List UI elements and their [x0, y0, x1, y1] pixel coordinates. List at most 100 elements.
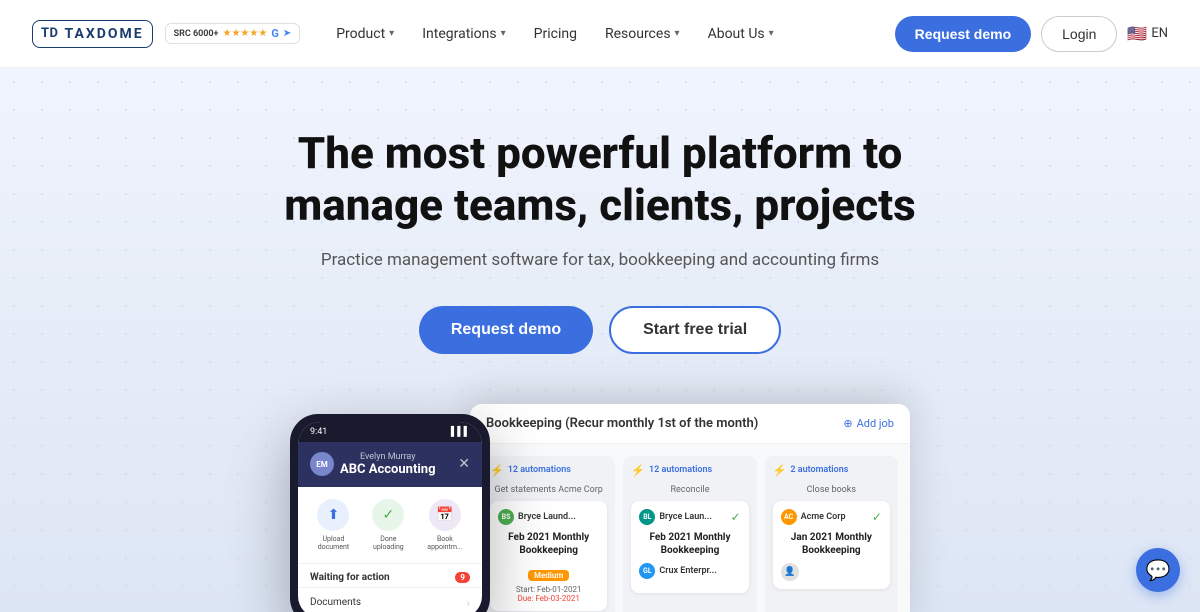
rating-badge[interactable]: SRC 6000+ ★★★★★ G ➤: [165, 23, 301, 44]
card-header: AC Acme Corp ✓: [781, 509, 882, 525]
hero-content: The most powerful platform to manage tea…: [32, 128, 1168, 612]
nav-item-about[interactable]: About Us ▾: [696, 18, 786, 50]
phone-section-header: Waiting for action 9: [298, 564, 482, 587]
arrow-icon: ➤: [283, 28, 291, 39]
kanban-column-0: ⚡ 12 automations Get statements Acme Cor…: [482, 456, 615, 612]
language-selector[interactable]: 🇺🇸 EN: [1127, 24, 1168, 43]
lang-label: EN: [1151, 26, 1168, 41]
automation-icon: ⚡: [631, 464, 645, 477]
phone-user-info: Evelyn Murray ABC Accounting: [340, 452, 436, 477]
col-label: Get statements Acme Corp: [490, 485, 607, 495]
client-chip: BS Bryce Laund...: [498, 509, 576, 525]
hero-start-trial-button[interactable]: Start free trial: [609, 306, 781, 354]
col-label: Reconcile: [631, 485, 748, 495]
kanban-card[interactable]: BS Bryce Laund... Feb 2021 Monthly Bookk…: [490, 501, 607, 611]
client-avatar: GL: [639, 563, 655, 579]
rating-score: SRC 6000+: [174, 29, 219, 39]
phone-notch: 9:41 ▌▌▌: [298, 422, 482, 442]
phone-action-book[interactable]: 📅 Book appointm...: [427, 499, 462, 551]
kanban-card[interactable]: AC Acme Corp ✓ Jan 2021 Monthly Bookkeep…: [773, 501, 890, 589]
logo[interactable]: TD TAXDOME: [32, 20, 153, 48]
phone-actions: ⬆ Upload document ✓ Done uploading 📅 Boo…: [298, 487, 482, 564]
hero-section: The most powerful platform to manage tea…: [0, 68, 1200, 612]
phone-screen: 9:41 ▌▌▌ EM Evelyn Murray ABC Accounting: [298, 422, 482, 612]
phone-action-label: Book appointm...: [427, 535, 462, 551]
phone-action-label: Done uploading: [373, 535, 404, 551]
logo-td: TD: [41, 26, 59, 41]
check-icon: ✓: [372, 499, 404, 531]
client-chip: AC Acme Corp: [781, 509, 846, 525]
card-title: Jan 2021 Monthly Bookkeeping: [781, 531, 882, 557]
login-button[interactable]: Login: [1041, 16, 1117, 52]
logo-area: TD TAXDOME SRC 6000+ ★★★★★ G ➤: [32, 20, 300, 48]
phone-action-done[interactable]: ✓ Done uploading: [372, 499, 404, 551]
calendar-icon: 📅: [429, 499, 461, 531]
nav-item-integrations[interactable]: Integrations ▾: [410, 18, 517, 50]
client-chip: BL Bryce Laun...: [639, 509, 712, 525]
client-avatar: AC: [781, 509, 797, 525]
avatar: EM: [310, 452, 334, 476]
arrow-icon: ›: [466, 596, 470, 610]
header: TD TAXDOME SRC 6000+ ★★★★★ G ➤ Product ▾…: [0, 0, 1200, 68]
kanban-column-2: ⚡ 2 automations Close books AC Acme Corp…: [765, 456, 898, 612]
phone-user: EM Evelyn Murray ABC Accounting: [310, 452, 436, 477]
chevron-down-icon: ▾: [501, 28, 506, 39]
main-nav: Product ▾ Integrations ▾ Pricing Resourc…: [324, 18, 894, 50]
flag-icon: 🇺🇸: [1127, 24, 1147, 43]
check-icon: ✓: [731, 510, 741, 524]
col-label: Close books: [773, 485, 890, 495]
kanban-col-header: ⚡ 2 automations: [773, 464, 890, 477]
card-title: Feb 2021 Monthly Bookkeeping: [498, 531, 599, 557]
chat-icon: 💬: [1146, 558, 1171, 582]
add-job-button[interactable]: ⊕ Add job: [843, 417, 894, 430]
chevron-down-icon: ▾: [675, 28, 680, 39]
client-chip-2: GL Crux Enterpr...: [639, 563, 740, 579]
card-date: Start: Feb-01-2021 Due: Feb-03-2021: [498, 585, 599, 603]
client-avatar: BL: [639, 509, 655, 525]
hero-request-demo-button[interactable]: Request demo: [419, 306, 593, 354]
automation-icon: ⚡: [773, 464, 787, 477]
status-badge: 9: [455, 572, 470, 583]
priority-badge: Medium: [528, 570, 569, 581]
desktop-title: Bookkeeping (Recur monthly 1st of the mo…: [486, 416, 758, 431]
hero-title: The most powerful platform to manage tea…: [260, 128, 940, 232]
phone-user-name: Evelyn Murray: [340, 452, 436, 462]
chat-button[interactable]: 💬: [1136, 548, 1180, 592]
close-icon[interactable]: ✕: [458, 456, 470, 472]
phone-header: EM Evelyn Murray ABC Accounting ✕: [298, 442, 482, 487]
automation-icon: ⚡: [490, 464, 504, 477]
kanban-card[interactable]: BL Bryce Laun... ✓ Feb 2021 Monthly Book…: [631, 501, 748, 593]
desktop-header: Bookkeeping (Recur monthly 1st of the mo…: [470, 404, 910, 444]
check-icon: ✓: [872, 510, 882, 524]
phone-company: ABC Accounting: [340, 462, 436, 477]
rating-g-label: G: [271, 27, 279, 40]
chevron-down-icon: ▾: [769, 28, 774, 39]
card-title: Feb 2021 Monthly Bookkeeping: [639, 531, 740, 557]
card-header: BL Bryce Laun... ✓: [639, 509, 740, 525]
phone-time: 9:41: [310, 427, 327, 437]
request-demo-button[interactable]: Request demo: [895, 16, 1031, 52]
phone-mockup: 9:41 ▌▌▌ EM Evelyn Murray ABC Accounting: [290, 414, 490, 612]
kanban-col-header: ⚡ 12 automations: [490, 464, 607, 477]
upload-icon: ⬆: [317, 499, 349, 531]
client-chip: GL Crux Enterpr...: [639, 563, 716, 579]
nav-item-product[interactable]: Product ▾: [324, 18, 406, 50]
kanban-column-1: ⚡ 12 automations Reconcile BL Bryce Laun…: [623, 456, 756, 612]
logo-name: TAXDOME: [65, 26, 144, 42]
nav-item-resources[interactable]: Resources ▾: [593, 18, 692, 50]
phone-documents-row[interactable]: Documents ›: [298, 587, 482, 612]
avatar: 👤: [781, 563, 799, 581]
hero-subtitle: Practice management software for tax, bo…: [32, 250, 1168, 270]
hero-buttons: Request demo Start free trial: [32, 306, 1168, 354]
desktop-mockup: Bookkeeping (Recur monthly 1st of the mo…: [470, 404, 910, 612]
phone-action-label: Upload document: [318, 535, 349, 551]
client-avatar: BS: [498, 509, 514, 525]
rating-stars: ★★★★★: [223, 28, 268, 39]
plus-icon: ⊕: [843, 417, 852, 430]
avatar-row: 👤: [781, 563, 882, 581]
card-header: BS Bryce Laund...: [498, 509, 599, 525]
phone-action-upload[interactable]: ⬆ Upload document: [317, 499, 349, 551]
kanban-col-header: ⚡ 12 automations: [631, 464, 748, 477]
nav-item-pricing[interactable]: Pricing: [522, 18, 589, 50]
phone-signal: ▌▌▌: [451, 426, 470, 437]
